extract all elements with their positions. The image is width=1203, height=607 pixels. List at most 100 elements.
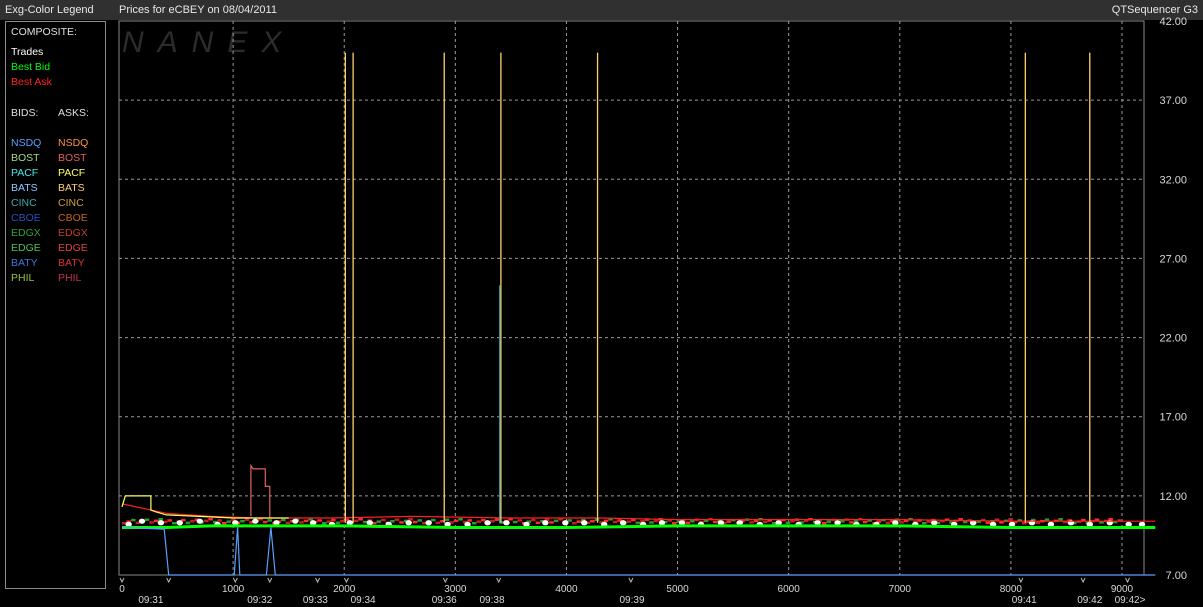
quote-noise-mark <box>444 518 450 521</box>
x-tick-label: 0 <box>119 584 125 595</box>
trade-point <box>138 518 146 524</box>
quote-noise-mark <box>390 519 395 523</box>
quote-noise-mark <box>190 519 195 523</box>
quote-noise-mark <box>517 519 522 522</box>
quote-noise-mark <box>590 519 595 523</box>
quote-noise-mark <box>394 518 400 521</box>
x-tick-label: 8000 <box>1000 584 1023 595</box>
quote-noise-mark <box>726 520 732 523</box>
quote-noise-mark <box>317 519 322 522</box>
quote-noise-mark <box>185 521 191 525</box>
quote-noise-mark <box>240 519 245 523</box>
quote-noise-mark <box>490 519 495 523</box>
y-tick-label: 37.00 <box>1159 95 1187 107</box>
quote-noise-mark <box>1094 518 1100 521</box>
quote-noise-mark <box>208 518 213 521</box>
quote-noise-mark <box>826 520 832 523</box>
time-marker <box>232 577 238 584</box>
trade-point <box>503 520 510 526</box>
quote-noise-mark <box>331 518 336 522</box>
quote-noise-mark <box>408 518 413 521</box>
quote-noise-mark <box>381 518 386 522</box>
time-label: 09:42> <box>1115 595 1146 606</box>
quote-noise-mark <box>849 521 854 524</box>
trade-point <box>252 518 259 524</box>
time-label: 09:39 <box>619 595 644 606</box>
x-tick-label: 4000 <box>555 584 578 595</box>
trade-point <box>562 520 569 526</box>
quote-noise-mark <box>635 521 641 525</box>
x-tick-label: 2000 <box>333 584 356 595</box>
quote-noise-mark <box>481 518 486 522</box>
quote-noise-mark <box>840 519 845 523</box>
quote-noise-mark <box>340 519 345 523</box>
quote-noise-mark <box>926 520 932 523</box>
quote-noise-mark <box>822 521 827 525</box>
time-marker <box>1125 577 1131 584</box>
quote-noise-mark <box>885 521 891 525</box>
trade-point <box>366 520 373 526</box>
quote-noise-mark <box>1058 518 1063 521</box>
x-tick-label: 1000 <box>222 584 245 595</box>
quote-noise-mark <box>167 519 172 522</box>
quote-noise-mark <box>626 520 632 523</box>
quote-noise-mark <box>299 521 304 524</box>
trade-point <box>931 520 938 526</box>
trade-point <box>484 520 491 526</box>
quote-noise-mark <box>899 521 904 524</box>
y-tick-label: 42.00 <box>1159 16 1187 28</box>
trade-point <box>157 520 165 526</box>
trade-point <box>176 520 183 526</box>
trade-point <box>581 520 588 526</box>
time-marker <box>442 577 448 584</box>
quote-noise-mark <box>303 519 309 523</box>
quote-noise-mark <box>226 520 232 523</box>
quote-noise-mark <box>531 518 536 522</box>
quote-noise-mark <box>358 518 363 521</box>
quote-noise-mark <box>790 519 795 523</box>
quote-noise-mark <box>494 518 500 521</box>
quote-noise-mark <box>567 519 572 522</box>
trade-point <box>196 518 203 524</box>
y-tick-label: 17.00 <box>1159 412 1187 424</box>
quote-noise-mark <box>335 521 341 525</box>
quote-noise-mark <box>476 520 482 523</box>
quote-noise-mark <box>922 521 927 525</box>
quote-noise-mark <box>649 521 654 524</box>
time-marker <box>315 577 321 584</box>
quote-noise-mark <box>322 521 327 525</box>
time-label: 09:41 <box>1012 595 1037 606</box>
x-tick-label: 6000 <box>778 584 801 595</box>
time-label: 09:38 <box>479 595 504 606</box>
quote-noise-mark <box>672 521 677 525</box>
quote-noise-mark <box>785 521 791 525</box>
quote-noise-mark <box>267 519 272 522</box>
quote-noise-mark <box>285 521 291 525</box>
quote-noise-mark <box>244 518 250 521</box>
quote-noise-mark <box>262 520 268 524</box>
price-chart: NANEX 7.00 12.00 17.00 22.00 27.00 32.00 37.00… <box>118 16 1187 606</box>
quote-noise-mark <box>158 518 163 521</box>
time-label: 09:36 <box>432 595 457 606</box>
watermark-logo: NANEX <box>122 26 295 59</box>
time-marker <box>166 577 172 584</box>
time-marker <box>267 577 273 584</box>
quote-noise-mark <box>217 519 222 522</box>
time-label: 09:42 <box>1077 595 1102 606</box>
quote-noise-mark <box>572 521 577 525</box>
quote-noise-mark <box>1044 518 1050 521</box>
quote-noise-mark <box>685 521 691 525</box>
y-tick-label: 12.00 <box>1159 491 1187 503</box>
quote-noise-mark <box>172 521 177 525</box>
series-line <box>122 524 1156 529</box>
quote-noise-mark <box>144 518 150 521</box>
quote-noise-mark <box>512 520 518 524</box>
time-marker <box>1018 577 1024 584</box>
quote-noise-mark <box>435 521 441 525</box>
time-marker <box>496 577 502 584</box>
quote-noise-mark <box>453 519 459 523</box>
quote-noise-mark <box>376 520 382 523</box>
y-tick-label: 27.00 <box>1159 253 1187 265</box>
y-tick-label: 22.00 <box>1159 333 1187 345</box>
time-marker <box>343 577 349 584</box>
